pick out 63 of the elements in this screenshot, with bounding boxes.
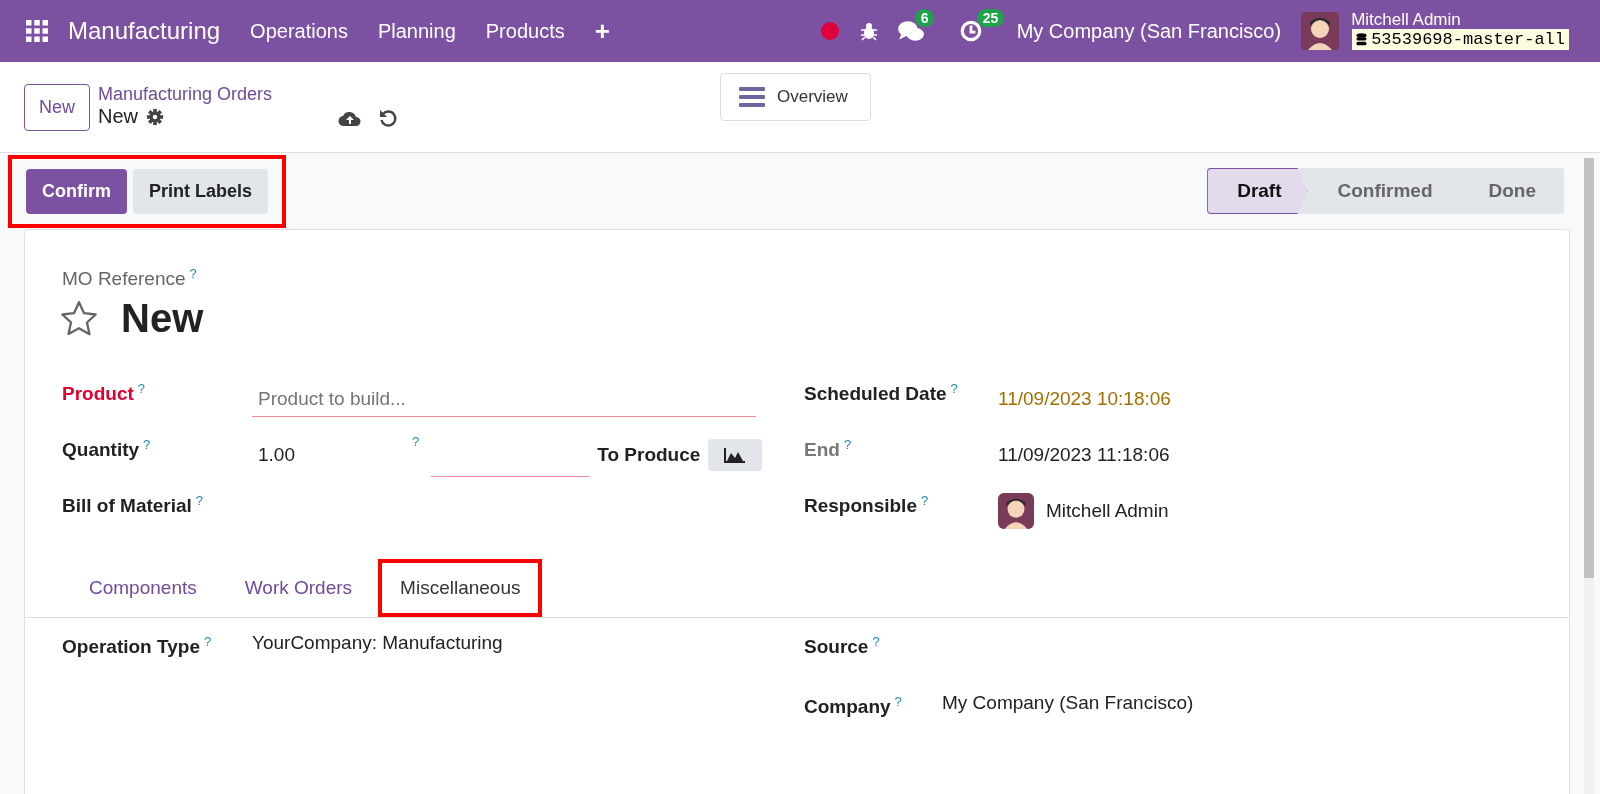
help-tooltip[interactable]: ? bbox=[894, 694, 902, 710]
user-avatar-icon bbox=[998, 493, 1034, 530]
menu-item[interactable]: Planning bbox=[377, 19, 456, 43]
field-label: Operation Type bbox=[62, 636, 200, 658]
field-label: Bill of Material bbox=[62, 495, 192, 517]
message-count: 6 bbox=[914, 9, 935, 27]
field-label: MO Reference bbox=[62, 268, 186, 290]
undo-icon[interactable] bbox=[378, 108, 399, 128]
field-label: To Produce bbox=[597, 444, 701, 467]
field-value[interactable]: Mitchell Admin bbox=[1046, 500, 1169, 523]
notebook-tab[interactable]: Miscellaneous bbox=[378, 559, 543, 618]
help-tooltip[interactable]: ? bbox=[872, 634, 880, 650]
status-stage[interactable]: Draft bbox=[1207, 168, 1308, 214]
scrollbar[interactable] bbox=[1584, 158, 1594, 794]
record-title: New bbox=[121, 296, 204, 342]
user-name[interactable]: Mitchell Admin bbox=[1351, 11, 1570, 28]
field-label: Company bbox=[804, 696, 891, 718]
menu-icon bbox=[739, 86, 765, 108]
clock-icon[interactable] bbox=[958, 19, 983, 43]
record-dot-icon[interactable] bbox=[820, 22, 839, 40]
app-grid-icon[interactable] bbox=[26, 20, 48, 42]
record-name: New bbox=[98, 105, 139, 128]
bug-icon[interactable] bbox=[858, 21, 879, 41]
notebook-tab[interactable]: Work Orders bbox=[222, 559, 375, 618]
help-tooltip[interactable]: ? bbox=[412, 433, 420, 449]
help-tooltip[interactable]: ? bbox=[195, 493, 204, 509]
field-label: Source bbox=[804, 636, 869, 658]
overview-button[interactable]: Overview bbox=[720, 73, 871, 121]
forecast-button[interactable] bbox=[708, 439, 763, 472]
field-label: Scheduled Date bbox=[804, 383, 947, 405]
cloud-upload-icon[interactable] bbox=[338, 109, 363, 127]
field-value: My Company (San Francisco) bbox=[942, 692, 1194, 715]
field-value: 11/09/2023 10:18:06 bbox=[998, 388, 1171, 411]
field-label: End bbox=[804, 439, 840, 461]
company-switcher[interactable]: My Company (San Francisco) bbox=[1016, 19, 1282, 43]
help-tooltip[interactable]: ? bbox=[189, 266, 197, 281]
notebook-tab[interactable]: Components bbox=[67, 559, 219, 618]
quantity-field[interactable]: 1.00 bbox=[252, 444, 408, 467]
field-value: YourCompany: Manufacturing bbox=[252, 632, 503, 655]
help-tooltip[interactable]: ? bbox=[950, 381, 958, 397]
database-badge: 53539698-master-all bbox=[1351, 28, 1570, 51]
action-button[interactable]: Print Labels bbox=[133, 168, 269, 214]
menu-item[interactable]: Operations bbox=[250, 19, 348, 43]
help-tooltip[interactable]: ? bbox=[843, 437, 852, 453]
help-tooltip[interactable]: ? bbox=[921, 493, 929, 509]
gear-icon[interactable] bbox=[146, 107, 165, 126]
breadcrumb-link[interactable]: Manufacturing Orders bbox=[98, 84, 273, 105]
app-name[interactable]: Manufacturing bbox=[68, 17, 221, 45]
help-tooltip[interactable]: ? bbox=[143, 437, 151, 453]
menu-item[interactable]: Products bbox=[485, 19, 565, 43]
action-button[interactable]: Confirm bbox=[26, 168, 127, 214]
help-tooltip[interactable]: ? bbox=[203, 634, 212, 650]
field-label: Quantity bbox=[62, 439, 140, 461]
user-avatar-icon[interactable] bbox=[1301, 12, 1340, 50]
area-chart-icon bbox=[724, 447, 747, 464]
help-tooltip[interactable]: ? bbox=[137, 381, 145, 397]
database-icon bbox=[1356, 33, 1368, 46]
new-button[interactable]: New bbox=[24, 83, 90, 131]
menu-item[interactable]: + bbox=[594, 15, 610, 47]
activity-count: 25 bbox=[976, 9, 1005, 27]
field-label: Responsible bbox=[804, 495, 917, 517]
field-label: Product bbox=[62, 383, 134, 405]
field-value: 11/09/2023 11:18:06 bbox=[998, 444, 1170, 467]
